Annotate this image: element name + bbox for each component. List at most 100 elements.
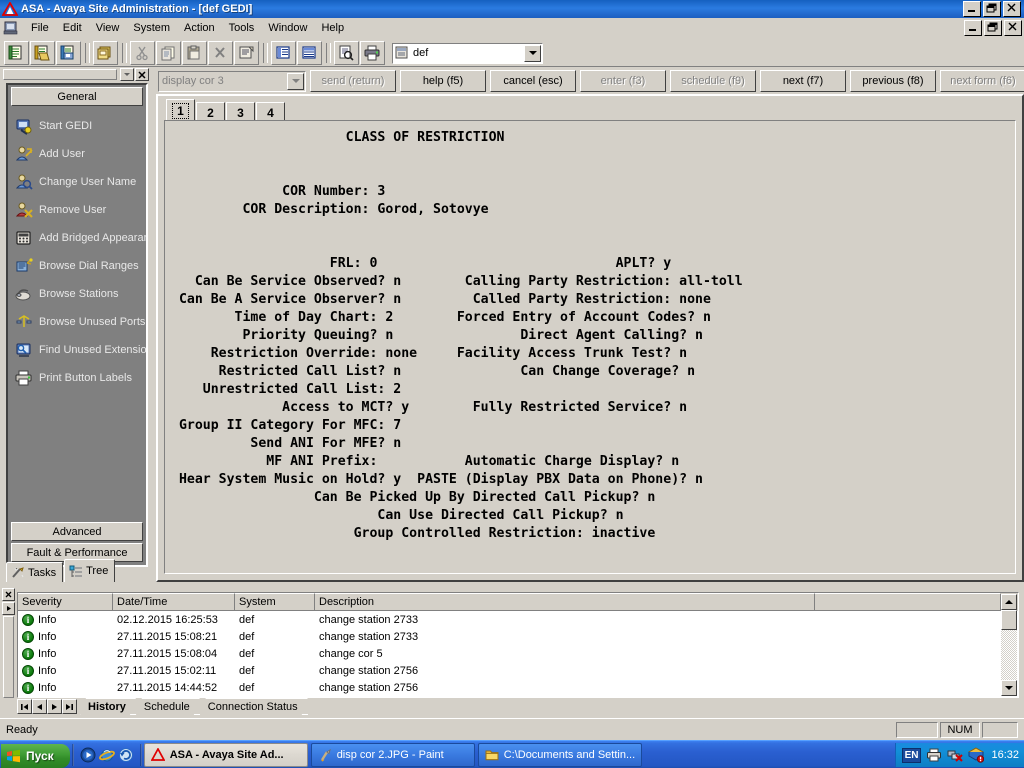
tab-tree[interactable]: Tree xyxy=(64,559,116,582)
copy-icon[interactable] xyxy=(156,41,181,65)
task-group-general[interactable]: General xyxy=(11,87,143,106)
table-row[interactable]: i Info 27.11.2015 14:44:52 def change sta… xyxy=(18,679,1018,696)
pane-close-button[interactable] xyxy=(135,68,149,81)
internet-explorer-icon[interactable] xyxy=(98,747,115,763)
mdi-minimize-button[interactable] xyxy=(964,19,982,36)
enter-button[interactable]: enter (f3) xyxy=(580,70,666,92)
next-button[interactable]: next (f7) xyxy=(760,70,846,92)
menu-item-tools[interactable]: Tools xyxy=(222,20,262,36)
cancel-button[interactable]: cancel (esc) xyxy=(490,70,576,92)
scroll-up-button[interactable] xyxy=(1001,594,1017,610)
close-button[interactable] xyxy=(1003,1,1021,17)
mdi-restore-button[interactable] xyxy=(984,19,1002,36)
next-form-button[interactable]: next form (f6) xyxy=(940,70,1024,92)
refresh-icon[interactable] xyxy=(118,747,134,763)
paste-icon[interactable] xyxy=(182,41,207,65)
form-tab-4[interactable]: 4 xyxy=(256,102,285,122)
menu-item-edit[interactable]: Edit xyxy=(56,20,89,36)
command-input[interactable]: display cor 3 xyxy=(158,70,306,92)
column-header-severity[interactable]: Severity xyxy=(18,593,113,611)
prev-record-button[interactable] xyxy=(32,699,47,714)
minimize-button[interactable] xyxy=(963,1,981,17)
log-tab-connection-status[interactable]: Connection Status xyxy=(200,698,308,715)
tab-tasks[interactable]: Tasks xyxy=(6,562,64,582)
task-item-add-bridged-appearance[interactable]: Add Bridged Appearan xyxy=(8,224,146,252)
save-icon[interactable] xyxy=(56,41,81,65)
printer-icon[interactable] xyxy=(926,747,942,763)
scroll-thumb[interactable] xyxy=(1001,610,1017,630)
task-item-add-user[interactable]: Add User xyxy=(8,140,146,168)
schedule-button[interactable]: schedule (f9) xyxy=(670,70,756,92)
mdi-close-button[interactable] xyxy=(1004,19,1022,36)
print-icon[interactable] xyxy=(360,41,385,65)
gedi-form-area[interactable]: CLASS OF RESTRICTION COR Number: 3 COR D… xyxy=(164,120,1016,574)
taskbar-item-explorer[interactable]: C:\Documents and Settin... xyxy=(477,743,643,767)
form-tab-label: 3 xyxy=(237,105,244,120)
task-item-remove-user[interactable]: Remove User xyxy=(8,196,146,224)
menu-item-system[interactable]: System xyxy=(126,20,177,36)
log-pane-drag-handle[interactable] xyxy=(3,616,14,698)
column-header-description[interactable]: Description xyxy=(315,593,815,611)
log-tab-history[interactable]: History xyxy=(80,698,136,715)
task-group-advanced[interactable]: Advanced xyxy=(11,522,143,541)
copy-system-icon[interactable] xyxy=(93,41,118,65)
restore-button[interactable] xyxy=(983,1,1001,17)
class-of-restriction-form[interactable]: CLASS OF RESTRICTION COR Number: 3 COR D… xyxy=(165,121,1015,543)
log-expand-button[interactable] xyxy=(2,602,15,615)
last-record-button[interactable] xyxy=(62,699,77,714)
system-select[interactable]: def xyxy=(392,42,543,64)
form-tab-2[interactable]: 2 xyxy=(196,102,225,122)
send-button[interactable]: send (return) xyxy=(310,70,396,92)
media-player-icon[interactable] xyxy=(80,747,96,763)
previous-button[interactable]: previous (f8) xyxy=(850,70,936,92)
clock[interactable]: 16:32 xyxy=(991,749,1019,761)
column-header-extra[interactable] xyxy=(815,593,1001,611)
properties-icon[interactable] xyxy=(234,41,259,65)
form-tab-1[interactable]: 1 xyxy=(166,99,195,122)
menu-item-action[interactable]: Action xyxy=(177,20,222,36)
delete-icon[interactable] xyxy=(208,41,233,65)
start-button[interactable]: Пуск xyxy=(1,743,70,768)
help-button[interactable]: help (f5) xyxy=(400,70,486,92)
language-indicator[interactable]: EN xyxy=(901,747,922,763)
column-header-datetime[interactable]: Date/Time xyxy=(113,593,235,611)
task-item-change-user-name[interactable]: Change User Name xyxy=(8,168,146,196)
menu-item-window[interactable]: Window xyxy=(261,20,314,36)
taskbar-item-paint[interactable]: disp cor 2.JPG - Paint xyxy=(310,743,475,767)
scroll-down-button[interactable] xyxy=(1001,680,1017,696)
print-preview-icon[interactable] xyxy=(334,41,359,65)
taskbar-item-asa[interactable]: ASA - Avaya Site Ad... xyxy=(143,743,308,767)
next-record-button[interactable] xyxy=(47,699,62,714)
task-item-browse-dial-ranges[interactable]: Browse Dial Ranges xyxy=(8,252,146,280)
menu-item-view[interactable]: View xyxy=(89,20,127,36)
task-item-find-unused-extension[interactable]: Find Unused Extension xyxy=(8,336,146,364)
task-item-browse-unused-ports[interactable]: Browse Unused Ports xyxy=(8,308,146,336)
command-history-arrow[interactable] xyxy=(287,72,304,90)
task-item-browse-stations[interactable]: Browse Stations xyxy=(8,280,146,308)
table-row[interactable]: i Info 02.12.2015 16:25:53 def change sta… xyxy=(18,611,1018,628)
list-view-icon[interactable] xyxy=(271,41,296,65)
menu-item-file[interactable]: File xyxy=(24,20,56,36)
log-close-button[interactable] xyxy=(2,588,15,601)
system-select-arrow[interactable] xyxy=(524,44,541,62)
table-row[interactable]: i Info 27.11.2015 15:08:04 def change cor… xyxy=(18,645,1018,662)
log-vertical-scrollbar[interactable] xyxy=(1001,594,1017,696)
cut-icon[interactable] xyxy=(130,41,155,65)
first-record-button[interactable] xyxy=(17,699,32,714)
column-header-system[interactable]: System xyxy=(235,593,315,611)
open-icon[interactable] xyxy=(30,41,55,65)
network-disconnected-icon[interactable] xyxy=(947,747,964,763)
log-tab-schedule[interactable]: Schedule xyxy=(136,698,200,715)
table-row[interactable]: i Info 27.11.2015 15:02:11 def change sta… xyxy=(18,662,1018,679)
task-item-print-button-labels[interactable]: Print Button Labels xyxy=(8,364,146,392)
detail-view-icon[interactable] xyxy=(297,41,322,65)
task-pane-grip[interactable] xyxy=(2,68,150,81)
pane-drag-handle[interactable] xyxy=(3,69,117,80)
table-row[interactable]: i Info 27.11.2015 15:08:21 def change sta… xyxy=(18,628,1018,645)
security-alert-icon[interactable] xyxy=(968,747,985,763)
menu-item-help[interactable]: Help xyxy=(314,20,351,36)
form-tab-3[interactable]: 3 xyxy=(226,102,255,122)
pane-dropdown-button[interactable] xyxy=(120,68,134,81)
task-item-start-gedi[interactable]: Start GEDI xyxy=(8,112,146,140)
new-icon[interactable] xyxy=(4,41,29,65)
